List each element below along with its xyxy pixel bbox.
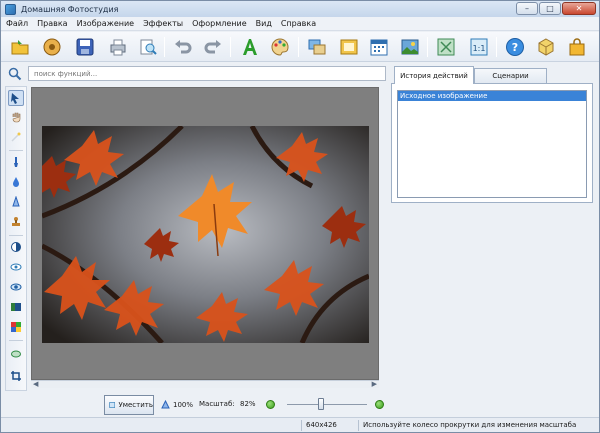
search-bar (7, 66, 387, 82)
menu-design[interactable]: Оформление (192, 19, 247, 28)
print-icon[interactable] (107, 36, 129, 58)
maximize-button[interactable]: □ (539, 2, 561, 15)
eye-icon[interactable] (8, 279, 24, 295)
frame-icon[interactable] (338, 36, 360, 58)
image-canvas[interactable] (31, 87, 379, 380)
toolbar-separator (496, 37, 497, 57)
undo-icon[interactable] (172, 36, 194, 58)
title-bar[interactable]: Домашняя Фотостудия – □ ✕ (1, 1, 599, 17)
zoom-slider-thumb[interactable] (318, 398, 324, 410)
tab-history[interactable]: История действий (394, 66, 474, 84)
svg-text:1:1: 1:1 (473, 44, 486, 53)
tool-separator (9, 235, 23, 236)
scroll-right-icon[interactable]: ▶ (372, 380, 377, 388)
zoom-out-icon[interactable] (266, 400, 275, 409)
collage-icon[interactable] (306, 36, 328, 58)
redeye-icon[interactable] (8, 259, 24, 275)
menu-help[interactable]: Справка (281, 19, 316, 28)
magic-wand-icon[interactable] (8, 129, 24, 145)
tab-scenarios[interactable]: Сценарии (474, 68, 547, 83)
sharpen-icon[interactable] (8, 194, 24, 210)
status-hint: Используйте колесо прокрутки для изменен… (363, 421, 577, 429)
side-panel: История действий Сценарии Исходное изобр… (391, 66, 596, 391)
history-item-original[interactable]: Исходное изображение (398, 91, 586, 101)
zoom-scale-value: 82% (240, 400, 256, 408)
cube-icon[interactable] (535, 36, 557, 58)
main-toolbar: 1:1 ? (1, 32, 599, 62)
menu-effects[interactable]: Эффекты (143, 19, 183, 28)
zoom-100-icon (161, 400, 170, 409)
stamp-icon[interactable] (8, 214, 24, 230)
fullscreen-icon[interactable] (435, 36, 457, 58)
app-icon (5, 3, 16, 15)
toolbar-separator (427, 37, 428, 57)
actual-size-icon[interactable]: 1:1 (468, 36, 490, 58)
status-divider (358, 420, 359, 431)
toolbar-separator (298, 37, 299, 57)
zoom-scale-label: Масштаб: (199, 400, 235, 408)
calendar-icon[interactable] (368, 36, 390, 58)
window-title: Домашняя Фотостудия (21, 4, 119, 14)
window-controls: – □ ✕ (516, 2, 596, 15)
menu-edit[interactable]: Правка (37, 19, 67, 28)
postcard-icon[interactable] (399, 36, 421, 58)
camera-roll-icon[interactable] (41, 36, 63, 58)
close-button[interactable]: ✕ (562, 2, 596, 15)
tool-separator (9, 340, 23, 341)
horizontal-scrollbar[interactable]: ◀ ▶ (31, 380, 379, 388)
menu-image[interactable]: Изображение (77, 19, 135, 28)
contrast-icon[interactable] (8, 239, 24, 255)
zoom-100-label: 100% (173, 400, 194, 409)
fit-label: Уместить (118, 401, 153, 409)
palette-icon[interactable] (269, 36, 291, 58)
pointer-icon[interactable] (8, 90, 24, 106)
zoom-slider[interactable] (287, 404, 367, 405)
tool-separator (9, 150, 23, 151)
save-icon[interactable] (74, 36, 96, 58)
menu-bar: Файл Правка Изображение Эффекты Оформлен… (1, 17, 599, 31)
history-panel: Исходное изображение (391, 83, 593, 203)
layers-icon[interactable] (8, 299, 24, 315)
app-window: Домашняя Фотостудия – □ ✕ Файл Правка Из… (0, 0, 600, 433)
fit-button[interactable]: Уместить (104, 395, 154, 415)
rotate-icon[interactable] (8, 346, 24, 362)
shopping-bag-icon[interactable] (566, 36, 588, 58)
help-icon[interactable]: ? (504, 36, 526, 58)
brush-icon[interactable] (8, 154, 24, 170)
crop-icon[interactable] (8, 368, 24, 384)
minimize-button[interactable]: – (516, 2, 538, 15)
toolbar-separator (230, 37, 231, 57)
open-folder-icon[interactable] (9, 36, 31, 58)
svg-text:?: ? (512, 41, 518, 54)
fit-icon (109, 402, 116, 408)
print-preview-icon[interactable] (137, 36, 159, 58)
search-input[interactable] (28, 66, 386, 81)
redo-icon[interactable] (202, 36, 224, 58)
tool-column (5, 86, 27, 391)
text-icon[interactable] (239, 36, 261, 58)
menu-view[interactable]: Вид (256, 19, 272, 28)
blur-drop-icon[interactable] (8, 174, 24, 190)
actual-size-button[interactable]: 100% (161, 400, 193, 409)
hand-icon[interactable] (8, 109, 24, 125)
history-list[interactable]: Исходное изображение (397, 90, 587, 198)
status-divider (301, 420, 302, 431)
toolbar-separator (164, 37, 165, 57)
scroll-left-icon[interactable]: ◀ (33, 380, 38, 388)
search-icon (8, 67, 22, 81)
image-size: 640x426 (306, 421, 337, 429)
zoom-in-icon[interactable] (375, 400, 384, 409)
photo-autumn-leaves (42, 126, 369, 343)
zoom-controls: Уместить 100% Масштаб: 82% (31, 394, 391, 416)
status-bar: 640x426 Используйте колесо прокрутки для… (1, 417, 599, 432)
color-pick-icon[interactable] (8, 319, 24, 335)
menu-file[interactable]: Файл (6, 19, 28, 28)
